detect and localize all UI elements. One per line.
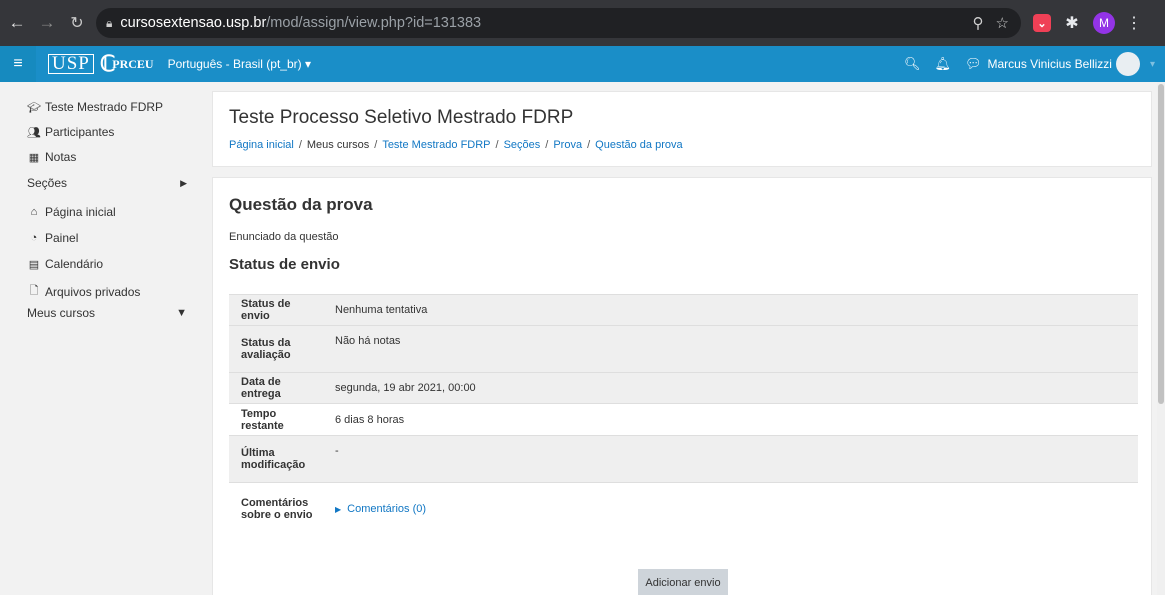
row-label: Tempo restante	[229, 403, 323, 436]
sidebar-item-calendar[interactable]: ▤ Calendário	[27, 257, 187, 271]
zoom-icon[interactable]: ⚲	[973, 14, 984, 32]
star-icon[interactable]: ☆	[996, 14, 1009, 32]
caret-right-icon: ▶	[335, 504, 342, 514]
forward-icon[interactable]: →	[36, 13, 58, 33]
breadcrumb-my-courses: Meus cursos	[306, 139, 370, 151]
table-row: Tempo restante 6 dias 8 horas	[229, 403, 1138, 436]
breadcrumb: Página inicial / Meus cursos / Teste Mes…	[229, 139, 683, 151]
row-label: Comentários sobre o envio	[229, 482, 323, 535]
row-value: 6 dias 8 horas	[323, 403, 1138, 436]
home-icon: ⌂	[30, 206, 38, 218]
browser-toolbar: ← → ↻ 🔒︎ cursosextensao.usp.br/mod/assig…	[0, 0, 1165, 46]
sidebar-item-private-files[interactable]: 🗋︎ Arquivos privados	[27, 282, 187, 301]
back-icon[interactable]: ←	[6, 13, 28, 33]
message-icon[interactable]: 💬︎	[965, 56, 982, 72]
page-header: Teste Processo Seletivo Mestrado FDRP Pá…	[212, 91, 1152, 167]
page-scrollbar[interactable]	[1157, 82, 1165, 595]
search-icon[interactable]: 🔍︎	[904, 56, 921, 72]
calendar-icon: ▤	[28, 258, 40, 271]
breadcrumb-question[interactable]: Questão da prova	[595, 139, 682, 151]
breadcrumb-home[interactable]: Página inicial	[229, 139, 294, 151]
sidebar-item-label: Página inicial	[45, 205, 116, 219]
row-label: Status da avaliação	[229, 325, 323, 373]
breadcrumb-exam[interactable]: Prova	[553, 139, 582, 151]
assignment-intro: Enunciado da questão	[229, 231, 339, 243]
sidebar-item-course[interactable]: 🎓︎ Teste Mestrado FDRP	[27, 100, 187, 114]
hamburger-icon[interactable]: ≡	[0, 46, 36, 82]
sidebar-item-sections[interactable]: Seções ▶	[27, 176, 187, 190]
main-content: Questão da prova Enunciado da questão St…	[212, 177, 1152, 595]
table-row: Comentários sobre o envio ▶ Comentários (…	[229, 482, 1138, 535]
lock-icon[interactable]: 🔒︎	[106, 16, 112, 31]
sidebar-item-label: Notas	[45, 150, 77, 164]
graduation-cap-icon: 🎓︎	[27, 101, 41, 114]
chevron-down-icon: ▼	[176, 307, 187, 319]
extensions-icon[interactable]: ✱	[1063, 14, 1081, 32]
row-label: Data de entrega	[229, 372, 323, 404]
users-icon: 👥︎	[27, 126, 41, 139]
row-value: Nenhuma tentativa	[323, 294, 1138, 326]
profile-icon[interactable]: M	[1093, 12, 1115, 34]
sidebar-item-grades[interactable]: ▦ Notas	[27, 150, 187, 164]
submission-status-table: Status de envio Nenhuma tentativa Status…	[229, 294, 1138, 535]
sidebar-item-label: Seções	[27, 176, 68, 190]
menu-icon[interactable]: ⋮	[1125, 14, 1143, 32]
bell-icon[interactable]: 🔔︎	[934, 56, 951, 72]
address-bar[interactable]: 🔒︎ cursosextensao.usp.br/mod/assign/view…	[96, 8, 1021, 38]
site-logo[interactable]: USP ℂ PRCEU	[48, 51, 154, 77]
table-row: Status da avaliação Não há notas	[229, 325, 1138, 373]
breadcrumb-separator: /	[587, 139, 591, 151]
breadcrumb-sections[interactable]: Seções	[504, 139, 541, 151]
language-menu[interactable]: Português - Brasil (pt_br) ▾	[168, 57, 311, 71]
row-label: Última modificação	[229, 435, 323, 483]
page-title: Questão da prova	[229, 195, 373, 214]
user-name[interactable]: Marcus Vinicius Bellizzi	[987, 57, 1111, 71]
row-value: ▶ Comentários (0)	[323, 482, 1138, 535]
breadcrumb-separator: /	[495, 139, 499, 151]
sidebar: 🎓︎ Teste Mestrado FDRP 👥︎ Participantes …	[0, 82, 200, 595]
scrollbar-thumb[interactable]	[1158, 84, 1164, 404]
sidebar-item-home[interactable]: ⌂ Página inicial	[27, 205, 187, 219]
table-row: Data de entrega segunda, 19 abr 2021, 00…	[229, 372, 1138, 404]
usp-logo: USP	[48, 54, 94, 74]
submission-status-heading: Status de envio	[229, 256, 340, 273]
sidebar-item-label: Teste Mestrado FDRP	[45, 100, 164, 114]
table-row: Status de envio Nenhuma tentativa	[229, 294, 1138, 326]
sidebar-item-label: Painel	[45, 231, 79, 245]
prceu-logo: ℂ PRCEU	[99, 51, 154, 76]
sidebar-item-label: Arquivos privados	[45, 284, 141, 299]
user-avatar[interactable]	[1115, 52, 1140, 76]
site-navbar: ≡ USP ℂ PRCEU Português - Brasil (pt_br) …	[0, 46, 1165, 82]
table-icon: ▦	[28, 151, 40, 164]
row-value: -	[323, 435, 1138, 483]
chevron-down-icon[interactable]: ▾	[1150, 59, 1155, 70]
language-label: Português - Brasil (pt_br)	[167, 57, 302, 71]
reload-icon[interactable]: ↻	[66, 13, 88, 33]
breadcrumb-separator: /	[298, 139, 302, 151]
sidebar-item-label: Calendário	[45, 257, 104, 271]
pocket-icon[interactable]: ⌄	[1033, 14, 1051, 32]
add-submission-button[interactable]: Adicionar envio	[638, 569, 728, 595]
row-value: Não há notas	[323, 325, 1138, 373]
table-row: Última modificação -	[229, 435, 1138, 483]
comments-link-label: Comentários (0)	[347, 502, 427, 515]
url-host: cursosextensao.usp.br	[120, 15, 267, 31]
breadcrumb-course[interactable]: Teste Mestrado FDRP	[382, 139, 490, 151]
url-path: /mod/assign/view.php?id=131383	[266, 15, 482, 31]
sidebar-item-dashboard[interactable]: ◔ Painel	[27, 231, 187, 245]
dashboard-icon: ◔	[30, 232, 38, 244]
sidebar-item-label: Participantes	[45, 125, 115, 139]
chevron-right-icon: ▶	[180, 177, 187, 188]
course-title: Teste Processo Seletivo Mestrado FDRP	[229, 107, 574, 128]
row-value: segunda, 19 abr 2021, 00:00	[323, 372, 1138, 404]
prceu-text: PRCEU	[112, 56, 154, 71]
sidebar-item-participants[interactable]: 👥︎ Participantes	[27, 125, 187, 139]
file-icon: 🗋︎	[29, 285, 39, 297]
breadcrumb-separator: /	[545, 139, 549, 151]
comments-toggle[interactable]: ▶ Comentários (0)	[335, 503, 426, 515]
breadcrumb-separator: /	[374, 139, 378, 151]
sidebar-item-my-courses[interactable]: Meus cursos ▼	[27, 306, 187, 320]
sidebar-item-label: Meus cursos	[27, 306, 96, 320]
row-label: Status de envio	[229, 294, 323, 326]
